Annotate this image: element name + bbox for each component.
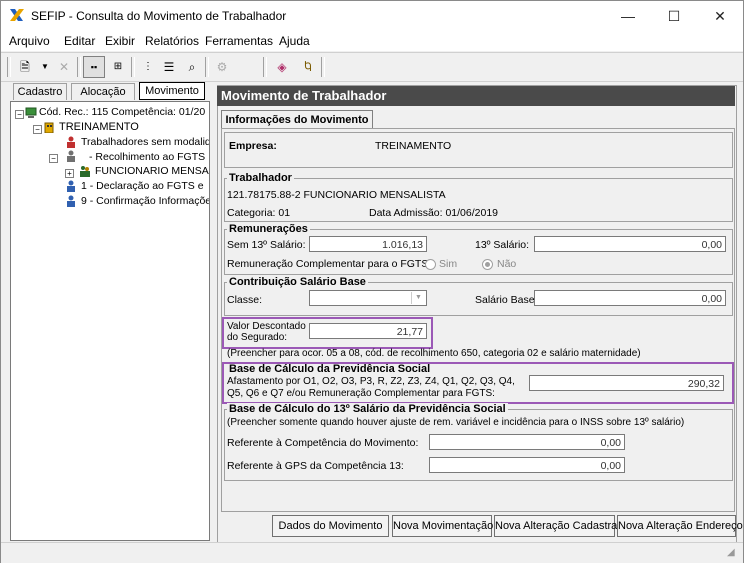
ref-comp-label: Referente à Competência do Movimento: <box>227 437 419 449</box>
gear-icon[interactable]: ⚙ <box>211 56 233 78</box>
chevron-down-icon[interactable]: ▼ <box>411 292 425 304</box>
sefip-logo-icon <box>10 9 24 21</box>
categoria-text: Categoria: 01 <box>227 207 291 219</box>
tab-movimento[interactable]: Movimento <box>139 82 205 100</box>
toolbar-separator <box>205 57 209 77</box>
menu-relatorios[interactable]: Relatórios <box>145 34 199 48</box>
dados-movimento-button[interactable]: Dados do Movimento <box>272 515 389 537</box>
large-icons-view-icon[interactable]: ▪▪ <box>83 56 105 78</box>
panel-header: Movimento de Trabalhador <box>217 86 735 106</box>
base-line-1: Afastamento por O1, O2, O3, P3, R, Z2, Z… <box>227 376 515 387</box>
empresa-label: Empresa: <box>229 140 277 152</box>
empresa-group <box>224 132 733 168</box>
nova-alteracao-cadastral-button[interactable]: Nova Alteração Cadastral <box>494 515 620 537</box>
empresa-value: TREINAMENTO <box>375 140 452 152</box>
rem-comp-label: Remuneração Complementar para o FGTS: <box>227 258 432 270</box>
tree-node-root[interactable]: Cód. Rec.: 115 Competência: 01/20 <box>39 106 205 118</box>
menu-exibir[interactable]: Exibir <box>105 34 135 48</box>
person-blue-icon <box>67 195 75 207</box>
ref-comp-field[interactable]: 0,00 <box>429 434 625 450</box>
trabalhador-title: Trabalhador <box>227 172 294 184</box>
building-icon <box>44 122 54 133</box>
resize-grip-icon[interactable]: ◢ <box>727 547 735 558</box>
valor-descontado-field[interactable]: 21,77 <box>309 323 427 339</box>
contribuicao-title: Contribuição Salário Base <box>227 276 368 288</box>
menu-editar[interactable]: Editar <box>64 34 95 48</box>
sal13-field[interactable]: 0,00 <box>534 236 726 252</box>
toolbar-grip <box>7 57 11 77</box>
panel-header-title: Movimento de Trabalhador <box>221 88 387 103</box>
tree-node-funcionario[interactable]: FUNCIONARIO MENSA <box>95 165 209 177</box>
tab-informacoes-movimento[interactable]: Informações do Movimento <box>221 110 373 129</box>
toolbar-separator <box>131 57 135 77</box>
list-view-icon[interactable]: ☰ <box>158 56 180 78</box>
expand-icon[interactable]: + <box>65 169 74 178</box>
menu-ajuda[interactable]: Ajuda <box>279 34 310 48</box>
collapse-icon[interactable]: − <box>33 125 42 134</box>
tree-node-sem-modalidade[interactable]: Trabalhadores sem modalid <box>81 136 209 148</box>
base-calculo-title: Base de Cálculo da Previdência Social <box>229 363 431 375</box>
nova-alteracao-endereco-button[interactable]: Nova Alteração Endereço <box>617 515 743 537</box>
remuneracoes-title: Remunerações <box>227 223 310 235</box>
salbase-field[interactable]: 0,00 <box>534 290 726 306</box>
sim-radio[interactable] <box>425 259 436 270</box>
trabalhador-id: 121.78175.88-2 FUNCIONARIO MENSALISTA <box>227 189 446 201</box>
computer-icon <box>25 107 37 118</box>
tools-icon[interactable]: Ⴉ <box>297 56 319 78</box>
window-title: SEFIP - Consulta do Movimento de Trabalh… <box>31 9 287 23</box>
collapse-icon[interactable]: − <box>49 154 58 163</box>
ref-gps-label: Referente à GPS da Competência 13: <box>227 460 404 472</box>
person-red-icon <box>67 136 75 148</box>
base13-note: (Preencher somente quando houver ajuste … <box>227 417 685 428</box>
salbase-label: Salário Base: <box>475 294 538 306</box>
valor-desc-label-1: Valor Descontado <box>227 321 306 332</box>
sal13-label: 13º Salário: <box>475 239 530 251</box>
find-binoculars-icon[interactable]: ⌕ <box>181 56 203 78</box>
admissao-text: Data Admissão: 01/06/2019 <box>369 207 499 219</box>
nova-movimentacao-button[interactable]: Nova Movimentação <box>392 515 493 537</box>
minimize-button[interactable]: — <box>605 1 651 31</box>
toolbar-separator <box>263 57 267 77</box>
tree-node-company[interactable]: TREINAMENTO <box>59 121 139 133</box>
report-icon[interactable]: ◈ <box>271 56 293 78</box>
base-calculo-field[interactable]: 290,32 <box>529 375 724 391</box>
nao-label: Não <box>497 258 517 270</box>
people-icon <box>80 166 90 177</box>
small-icons-view-icon[interactable]: ⋮ <box>137 56 159 78</box>
close-button[interactable]: ✕ <box>697 1 743 31</box>
toolbar-separator <box>321 57 325 77</box>
tree-view: − Cód. Rec.: 115 Competência: 01/20 − TR… <box>10 101 210 541</box>
base13-title: Base de Cálculo do 13º Salário da Previd… <box>227 403 508 415</box>
ref-gps-field[interactable]: 0,00 <box>429 457 625 473</box>
menu-ferramentas[interactable]: Ferramentas <box>205 34 273 48</box>
nao-radio[interactable] <box>482 259 493 270</box>
sem13-label: Sem 13º Salário: <box>227 239 306 251</box>
sim-label: Sim <box>439 258 458 270</box>
new-document-icon[interactable]: 🗎 <box>14 56 36 78</box>
delete-icon[interactable]: ✕ <box>53 56 75 78</box>
tree-node-confirmacao[interactable]: 9 - Confirmação Informaçõe <box>81 195 209 207</box>
valor-desc-label-2: do Segurado: <box>227 332 288 343</box>
status-bar <box>1 542 743 563</box>
preencher-ocor-note: (Preencher para ocor. 05 a 08, cód. de r… <box>227 348 641 359</box>
maximize-button[interactable]: ☐ <box>651 1 697 31</box>
tab-cadastro[interactable]: Cadastro <box>13 83 67 100</box>
tree-node-recolhimento[interactable]: - Recolhimento ao FGTS <box>89 151 205 163</box>
person-blue-icon <box>67 180 75 192</box>
classe-label: Classe: <box>227 294 263 306</box>
tab-alocacao[interactable]: Alocação <box>71 83 135 100</box>
collapse-icon[interactable]: − <box>15 110 24 119</box>
person-gray-icon <box>67 150 75 162</box>
tree-node-declaracao[interactable]: 1 - Declaração ao FGTS e <box>81 180 204 192</box>
base-line-2: Q5, Q6 e Q7 e/ou Remuneração Complementa… <box>227 388 495 399</box>
classe-select[interactable] <box>309 290 427 306</box>
app-window: SEFIP - Consulta do Movimento de Trabalh… <box>0 0 744 563</box>
sem13-field[interactable]: 1.016,13 <box>309 236 427 252</box>
toolbar-separator <box>77 57 81 77</box>
tree-view-icon[interactable]: ⊞ <box>107 56 129 78</box>
menu-arquivo[interactable]: Arquivo <box>9 34 50 48</box>
